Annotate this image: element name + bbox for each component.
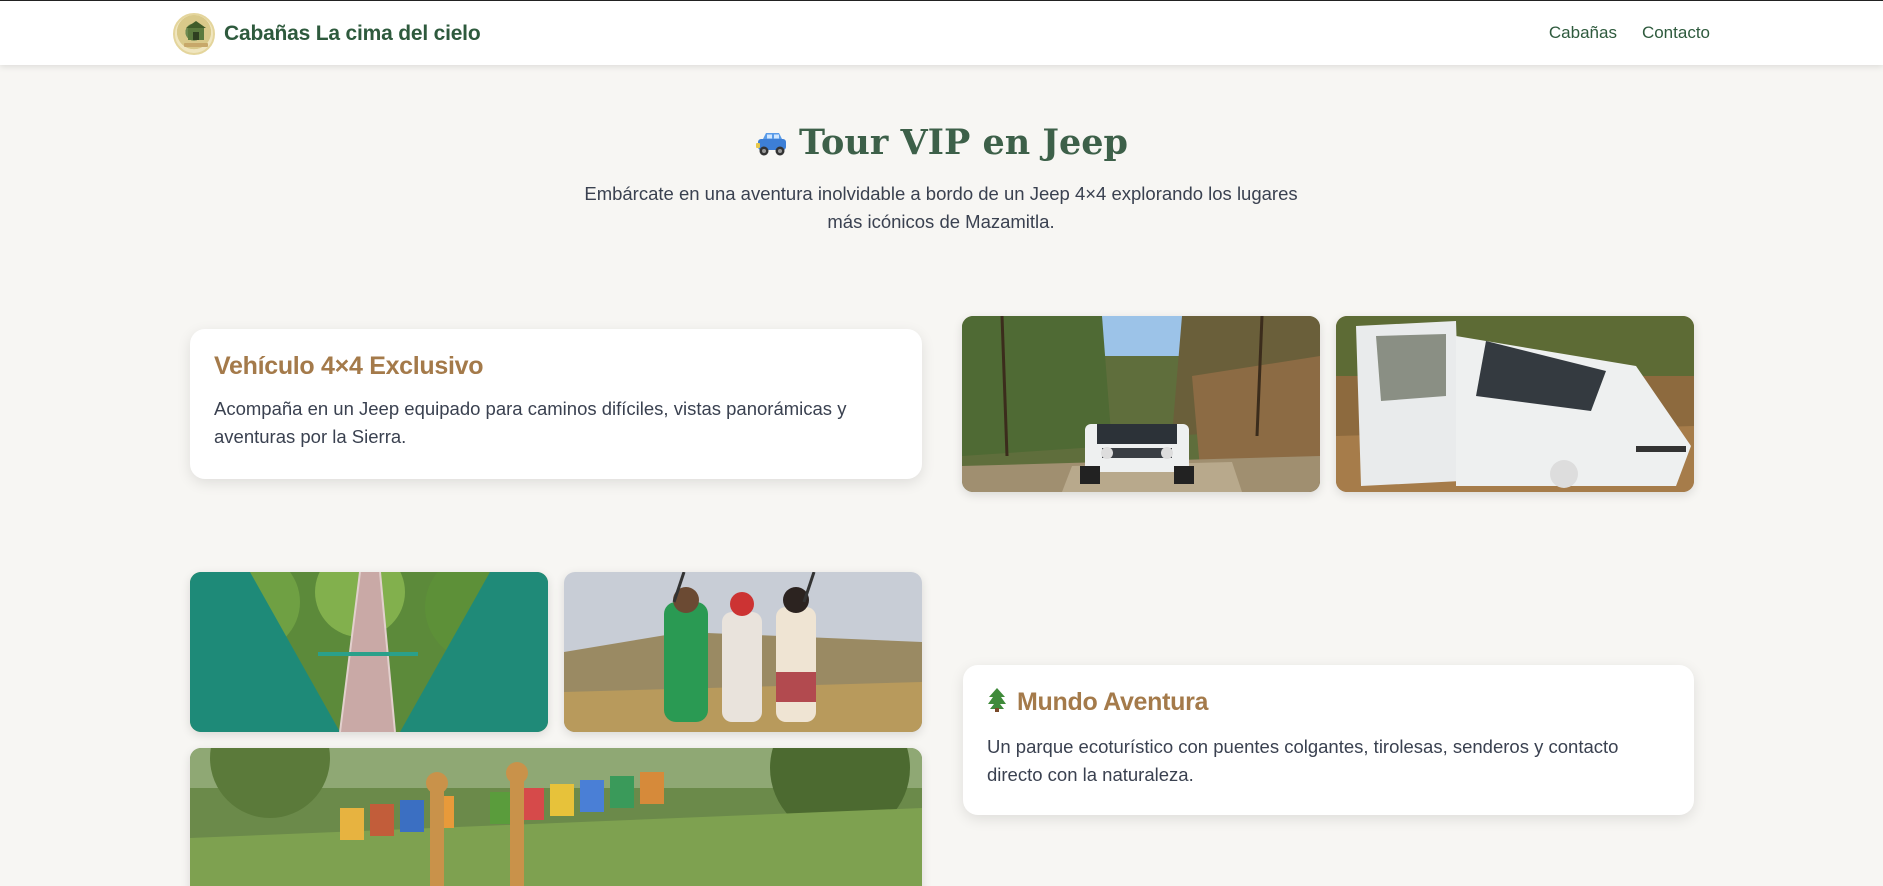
brand-link[interactable]: Cabañas La cima del cielo	[173, 13, 481, 55]
top-navbar: Cabañas La cima del cielo Cabañas Contac…	[0, 0, 1883, 65]
feature-card-vehiculo: Vehículo 4×4 Exclusivo Acompaña en un Je…	[190, 329, 922, 479]
nav-link-contacto[interactable]: Contacto	[1642, 23, 1710, 43]
feature-card-mundo-aventura: Mundo Aventura Un parque ecoturístico co…	[963, 665, 1694, 815]
hanging-bridge-photo	[190, 572, 548, 732]
jeep-forest-road-photo	[962, 316, 1320, 492]
pine-tree-icon	[987, 688, 1009, 719]
brand-name: Cabañas La cima del cielo	[224, 22, 481, 45]
page-title-text: Tour VIP en Jeep	[799, 122, 1128, 163]
feature-card-text: Acompaña en un Jeep equipado para camino…	[214, 398, 847, 447]
feature-card-title: Vehículo 4×4 Exclusivo	[214, 352, 484, 380]
main-nav: Cabañas Contacto	[1549, 23, 1710, 43]
nav-link-cabanas[interactable]: Cabañas	[1549, 23, 1617, 43]
feature-card-title-text: Mundo Aventura	[1017, 688, 1209, 716]
jeep-closeup-photo	[1336, 316, 1694, 492]
brand-logo	[173, 13, 215, 55]
zipline-people-photo	[564, 572, 922, 732]
jeep-icon	[755, 126, 789, 167]
feature-card-text: Un parque ecoturístico con puentes colga…	[987, 736, 1619, 785]
feature-card-title: Mundo Aventura	[987, 688, 1670, 719]
mundo-aventura-sign-photo	[190, 748, 922, 886]
page-subtitle: Embárcate en una aventura inolvidable a …	[584, 183, 1298, 232]
page-title: Tour VIP en Jeep	[0, 122, 1883, 167]
